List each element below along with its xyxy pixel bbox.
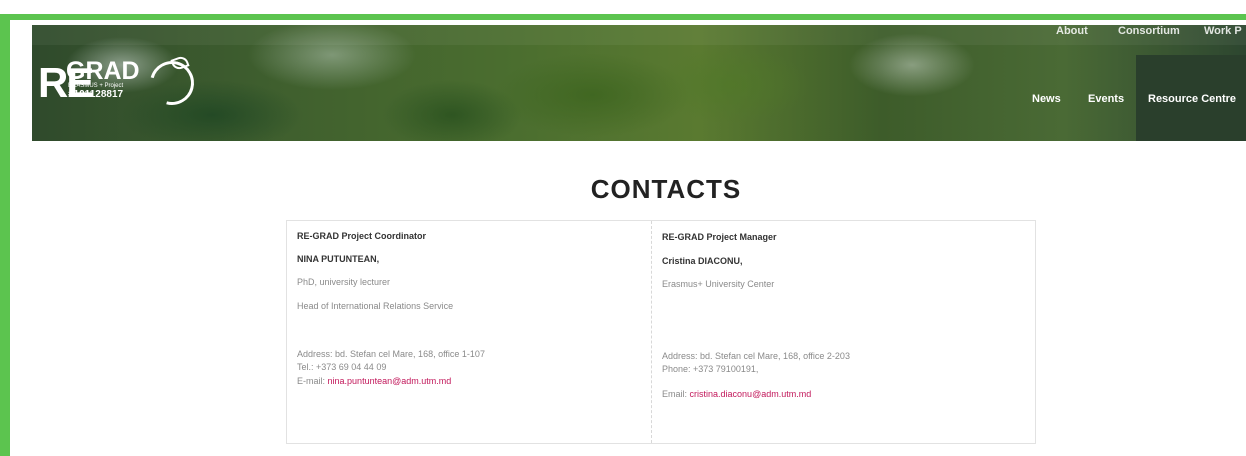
contact-address: Address: bd. Stefan cel Mare, 168, offic… [662,351,850,361]
contact-organization: Erasmus+ University Center [662,279,775,289]
nav-resource-centre: Resource Centre [1148,93,1237,105]
logo-project-number: #101128817 [68,89,124,100]
contacts-table: RE-GRAD Project Coordinator NINA PUTUNTE… [286,220,1036,444]
nav-consortium[interactable]: Consortium [1118,25,1180,41]
site-header: About Consortium Work P RE GRAD ERASMUS … [32,25,1246,141]
contact-role: RE-GRAD Project Coordinator [297,231,427,241]
contact-role: RE-GRAD Project Manager [662,232,777,242]
contact-email-row: E-mail: nina.puntuntean@adm.utm.md [297,376,451,386]
nav-work-packages[interactable]: Work P [1204,25,1242,41]
contact-email-link[interactable]: cristina.diaconu@adm.utm.md [690,389,812,399]
contact-email-row: Email: cristina.diaconu@adm.utm.md [662,389,811,399]
page: About Consortium Work P RE GRAD ERASMUS … [12,20,1246,456]
contact-address: Address: bd. Stefan cel Mare, 168, offic… [297,349,485,359]
logo-grad-text: GRAD [66,57,140,85]
nav-resource-centre-tab[interactable]: Resource Centre [1136,55,1246,141]
contact-email-label: E-mail: [297,376,326,386]
regrad-logo[interactable]: RE GRAD ERASMUS + Project #101128817 [38,52,203,114]
green-frame-left [0,14,10,456]
contact-card-coordinator: RE-GRAD Project Coordinator NINA PUTUNTE… [287,221,652,443]
contact-email-link[interactable]: nina.puntuntean@adm.utm.md [328,376,452,386]
contact-title: PhD, university lecturer [297,277,391,287]
contact-phone: Tel.: +373 69 04 44 09 [297,362,387,372]
contact-name: Cristina DIACONU, [662,256,743,266]
contact-name: NINA PUTUNTEAN, [297,254,380,264]
contact-phone: Phone: +373 79100191, [662,364,759,374]
contact-card-manager: RE-GRAD Project Manager Cristina DIACONU… [652,221,1035,443]
contact-position: Head of International Relations Service [297,301,454,311]
page-title: CONTACTS [590,174,742,204]
nav-events[interactable]: Events [1088,93,1124,105]
nav-about[interactable]: About [1056,25,1088,41]
contact-email-label: Email: [662,389,688,399]
nav-news[interactable]: News [1032,93,1061,105]
